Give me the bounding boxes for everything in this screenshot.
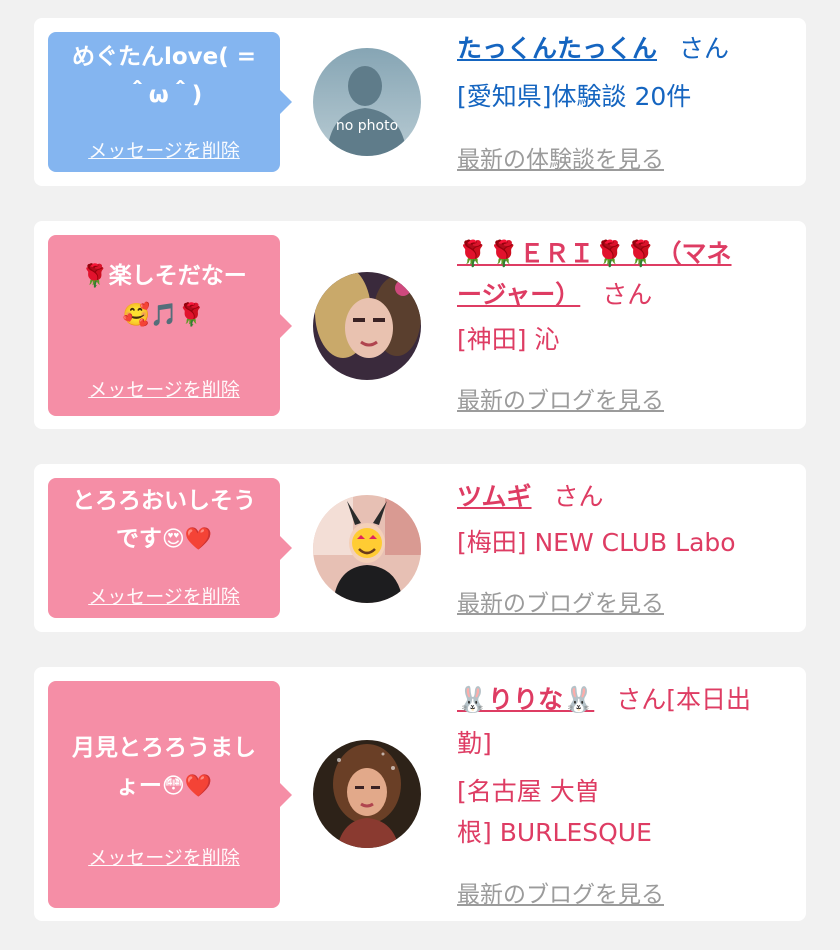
user-name-link[interactable]: たっくんたっくん <box>457 34 657 63</box>
user-info: 🐰りりな🐰 さん[本日出 勤] [名古屋 大曽 根] BURLESQUE 最新のブ… <box>457 679 797 919</box>
user-name-line: ツムギ さん <box>457 476 797 517</box>
see-latest-link[interactable]: 最新の体験談を見る <box>457 140 664 174</box>
message-bubble: 🌹楽しそだなー 🥰🎵🌹 メッセージを削除 <box>48 235 292 416</box>
avatar-photo[interactable] <box>313 272 421 380</box>
message-emoji: 😳❤️ <box>161 774 213 799</box>
message-card: 月見とろろうまし ょー😳❤️ メッセージを削除 🐰りりな🐰 さん[本日出 勤] [… <box>34 667 806 921</box>
user-detail: [神田] 沁 <box>457 325 560 354</box>
message-emoji: 😍❤️ <box>161 527 213 552</box>
avatar-no-photo[interactable]: no photo <box>313 48 421 156</box>
message-text: とろろおいしそう です😍❤️ <box>58 482 270 559</box>
message-text: めぐたんlove( = ＾ω＾) <box>71 44 257 108</box>
message-text-line: 月見とろろうまし <box>72 735 256 761</box>
message-text: 🌹楽しそだなー 🥰🎵🌹 <box>58 257 270 335</box>
user-info: たっくんたっくん さん [愛知県]体験談 20件 最新の体験談を見る <box>457 28 797 178</box>
user-detail: 勤] <box>457 729 492 758</box>
see-latest-link[interactable]: 最新のブログを見る <box>457 875 664 909</box>
message-text: 月見とろろうまし ょー😳❤️ <box>58 729 270 806</box>
see-latest-link[interactable]: 最新のブログを見る <box>457 584 664 618</box>
message-bubble: 月見とろろうまし ょー😳❤️ メッセージを削除 <box>48 681 292 908</box>
user-detail: [名古屋 大曽 <box>457 777 600 806</box>
rose-emoji: 🌹 <box>81 264 109 289</box>
user-name-link[interactable]: ツムギ <box>457 482 532 511</box>
see-latest-link[interactable]: 最新のブログを見る <box>457 381 664 415</box>
honorific: さん <box>679 34 730 63</box>
user-name-line: 🌹🌹ＥＲＩ🌹🌹（マネ <box>457 233 797 274</box>
user-detail: [愛知県]体験談 20件 <box>457 82 692 111</box>
delete-message-link[interactable]: メッセージを削除 <box>48 843 280 870</box>
message-text-line: です <box>115 526 162 552</box>
user-info: 🌹🌹ＥＲＩ🌹🌹（マネ ージャー） さん [神田] 沁 最新のブログを見る <box>457 233 797 423</box>
user-detail: [梅田] NEW CLUB Labo <box>457 528 736 557</box>
user-detail: 根] BURLESQUE <box>457 818 652 847</box>
avatar-photo[interactable] <box>313 495 421 603</box>
honorific: さん <box>602 280 653 309</box>
user-name-line: 🐰りりな🐰 さん[本日出 <box>457 679 797 720</box>
message-card: 🌹楽しそだなー 🥰🎵🌹 メッセージを削除 🌹🌹ＥＲＩ🌹🌹（マネ ージャー） さん … <box>34 221 806 429</box>
honorific: さん <box>553 482 604 511</box>
message-text-line: 楽しそだなー <box>108 263 247 289</box>
user-name-line: たっくんたっくん さん <box>457 28 797 69</box>
honorific: さん[本日出 <box>616 685 752 714</box>
message-card: めぐたんlove( = ＾ω＾) メッセージを削除 no photo たっくんた… <box>34 18 806 186</box>
avatar-photo[interactable] <box>313 740 421 848</box>
user-info: ツムギ さん [梅田] NEW CLUB Labo 最新のブログを見る <box>457 476 797 626</box>
delete-message-link[interactable]: メッセージを削除 <box>48 375 280 402</box>
user-name-link[interactable]: 🌹🌹ＥＲＩ🌹🌹（マネ <box>457 239 732 268</box>
message-emoji: 🥰🎵🌹 <box>122 303 206 328</box>
message-text-line: ょー <box>115 773 162 799</box>
message-card: とろろおいしそう です😍❤️ メッセージを削除 ツムギ さん [梅田] NEW C… <box>34 464 806 632</box>
no-photo-label: no photo <box>335 118 399 134</box>
message-bubble: めぐたんlove( = ＾ω＾) メッセージを削除 <box>48 32 292 172</box>
delete-message-link[interactable]: メッセージを削除 <box>48 582 280 609</box>
user-name-link[interactable]: 🐰りりな🐰 <box>457 685 594 714</box>
message-bubble: とろろおいしそう です😍❤️ メッセージを削除 <box>48 478 292 618</box>
delete-message-link[interactable]: メッセージを削除 <box>48 136 280 163</box>
user-name-line: ージャー） さん <box>457 274 797 315</box>
user-name-link[interactable]: ージャー） <box>457 280 580 309</box>
message-text-line: とろろおいしそう <box>72 488 256 514</box>
